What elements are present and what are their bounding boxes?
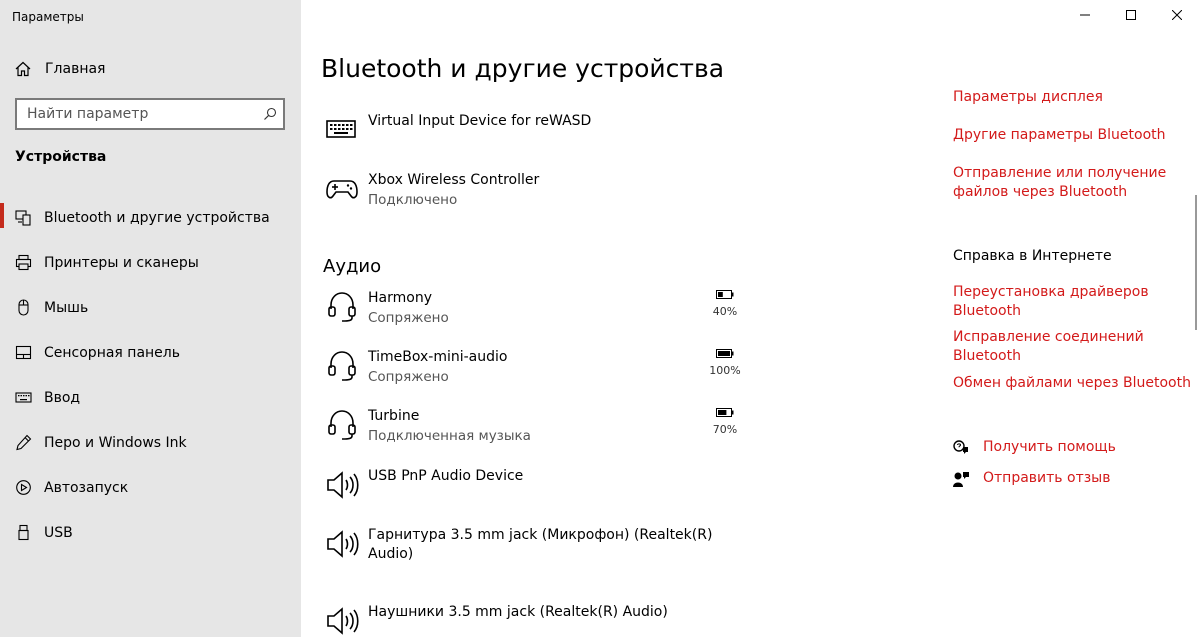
sidebar-item-touchpad[interactable]: Сенсорная панель (0, 330, 301, 375)
autoplay-icon (16, 480, 31, 495)
reinstall-drivers-link-line2[interactable]: Bluetooth (953, 302, 1149, 321)
send-receive-files-link[interactable]: Отправление или получение (953, 164, 1166, 183)
sidebar-item-label: USB (44, 524, 73, 541)
device-status: Подключено (368, 192, 458, 208)
device-name-line2: Audio) (368, 546, 414, 562)
share-files-link[interactable]: Обмен файлами через Bluetooth (953, 374, 1191, 393)
device-name: TimeBox-mini-audio (368, 349, 508, 365)
gamepad-icon (326, 180, 358, 199)
minimize-icon (1080, 14, 1090, 16)
sidebar-item-label: Автозапуск (44, 479, 129, 496)
maximize-button[interactable] (1108, 0, 1154, 30)
headset-icon (328, 292, 356, 322)
help-link-group[interactable]: Исправление соединений Bluetooth (953, 328, 1144, 366)
reinstall-drivers-link[interactable]: Переустановка драйверов (953, 283, 1149, 302)
sidebar-item-label: Ввод (44, 389, 81, 406)
app-title: Параметры (12, 10, 84, 24)
speaker-icon (327, 471, 359, 499)
help-chat-icon (953, 439, 968, 454)
sidebar-item-label: Bluetooth и другие устройства (44, 209, 270, 226)
sidebar-item-label: Принтеры и сканеры (44, 254, 199, 271)
usb-icon (18, 524, 29, 541)
maximize-icon (1126, 10, 1136, 20)
device-status: Сопряжено (368, 310, 449, 326)
close-button[interactable] (1154, 0, 1200, 30)
sidebar-item-pen[interactable]: Перо и Windows Ink (0, 420, 301, 465)
home-label: Главная (45, 61, 106, 77)
sidebar-item-label: Мышь (44, 299, 89, 316)
device-name: Наушники 3.5 mm jack (Realtek(R) Audio) (368, 604, 668, 620)
close-icon (1172, 10, 1182, 20)
more-bluetooth-options-link[interactable]: Другие параметры Bluetooth (953, 126, 1166, 145)
search-box[interactable] (15, 98, 285, 130)
get-help-row[interactable]: Получить помощь (953, 438, 1116, 457)
get-help-link[interactable]: Получить помощь (983, 438, 1116, 457)
send-feedback-link[interactable]: Отправить отзыв (983, 469, 1110, 488)
device-name: USB PnP Audio Device (368, 468, 524, 484)
window-controls (1062, 0, 1200, 30)
sidebar-item-printers[interactable]: Принтеры и сканеры (0, 240, 301, 285)
help-link-group[interactable]: Переустановка драйверов Bluetooth (953, 283, 1149, 321)
sidebar-item-usb[interactable]: USB (0, 510, 301, 555)
related-settings: Параметры дисплея (953, 88, 1103, 107)
related-settings: Другие параметры Bluetooth (953, 126, 1166, 145)
section-title: Устройства (15, 149, 107, 165)
battery-icon (716, 408, 734, 417)
feedback-icon (953, 471, 969, 487)
help-heading: Справка в Интернете (953, 248, 1112, 264)
battery-indicator: 100% (705, 349, 745, 377)
sidebar: Параметры Главная Устройства Bluetooth и… (0, 0, 301, 637)
device-name: Turbine (368, 408, 420, 424)
pen-icon (16, 434, 32, 451)
keyboard-icon (326, 120, 356, 138)
related-settings[interactable]: Отправление или получение файлов через B… (953, 164, 1166, 202)
search-input[interactable] (17, 100, 257, 128)
sidebar-item-label: Перо и Windows Ink (44, 434, 187, 451)
battery-indicator: 70% (705, 408, 745, 436)
battery-indicator: 40% (705, 290, 745, 318)
sidebar-item-bluetooth[interactable]: Bluetooth и другие устройства (0, 195, 301, 240)
keyboard-icon (15, 392, 32, 403)
device-status: Подключенная музыка (368, 428, 531, 444)
battery-icon (716, 349, 734, 358)
fix-connections-link-line2[interactable]: Bluetooth (953, 347, 1144, 366)
sidebar-item-label: Сенсорная панель (44, 344, 180, 361)
help-link-group[interactable]: Обмен файлами через Bluetooth (953, 374, 1191, 393)
battery-percent: 70% (712, 423, 738, 436)
scrollbar[interactable] (1195, 195, 1197, 330)
device-name: Гарнитура 3.5 mm jack (Микрофон) (Realte… (368, 527, 713, 543)
device-status: Сопряжено (368, 369, 449, 385)
page-title: Bluetooth и другие устройства (321, 54, 725, 83)
battery-percent: 100% (709, 364, 741, 377)
sidebar-item-typing[interactable]: Ввод (0, 375, 301, 420)
fix-connections-link[interactable]: Исправление соединений (953, 328, 1144, 347)
sidebar-item-autoplay[interactable]: Автозапуск (0, 465, 301, 510)
minimize-button[interactable] (1062, 0, 1108, 30)
battery-percent: 40% (712, 305, 738, 318)
printer-icon (15, 254, 32, 271)
display-settings-link[interactable]: Параметры дисплея (953, 88, 1103, 107)
headset-icon (328, 351, 356, 381)
audio-section-heading: Аудио (323, 256, 382, 277)
device-name: Harmony (368, 290, 432, 306)
bluetooth-devices-icon (15, 210, 31, 226)
home-icon (15, 61, 31, 77)
send-receive-files-link-line2[interactable]: файлов через Bluetooth (953, 183, 1166, 202)
home-nav-item[interactable]: Главная (0, 57, 301, 81)
speaker-icon (327, 607, 359, 635)
mouse-icon (18, 299, 29, 316)
device-name: Xbox Wireless Controller (368, 172, 540, 188)
sidebar-item-mouse[interactable]: Мышь (0, 285, 301, 330)
battery-icon (716, 290, 734, 299)
feedback-row[interactable]: Отправить отзыв (953, 469, 1110, 488)
sidebar-nav: Bluetooth и другие устройства Принтеры и… (0, 195, 301, 555)
device-name: Virtual Input Device for reWASD (368, 113, 592, 129)
headset-icon (328, 410, 356, 440)
touchpad-icon (15, 345, 32, 360)
speaker-icon (327, 530, 359, 558)
search-icon[interactable] (263, 107, 277, 121)
